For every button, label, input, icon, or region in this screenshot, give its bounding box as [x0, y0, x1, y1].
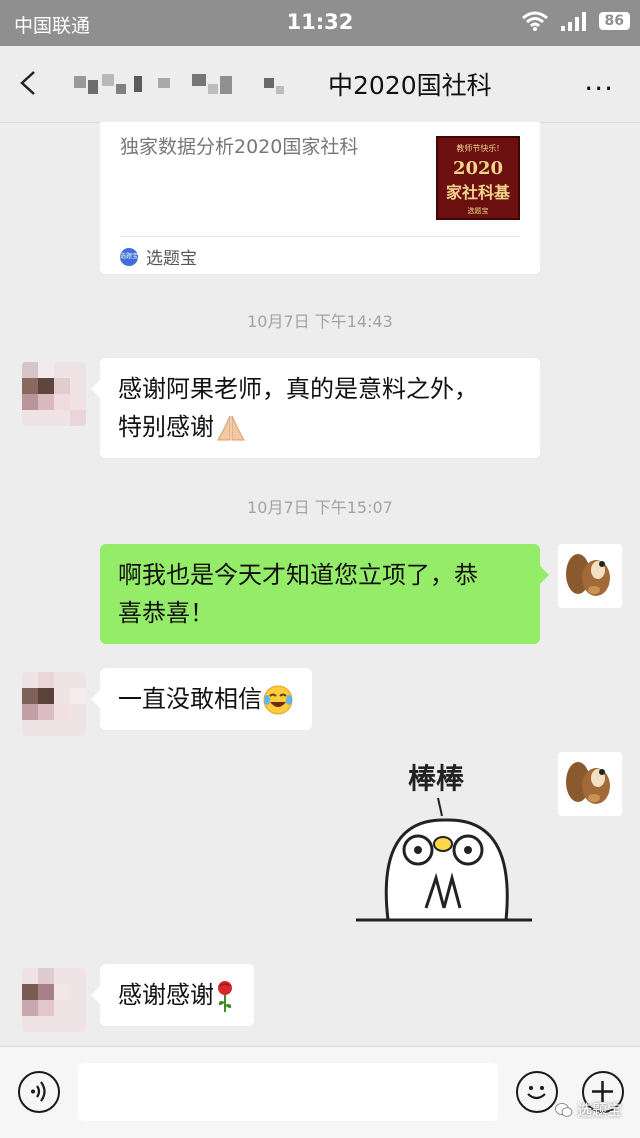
chat-area[interactable]: 独家数据分析2020国家社科 教师节快乐! 2020 家社科基 选题宝 选题宝 … — [0, 122, 640, 1046]
blurred-avatar-image — [22, 968, 86, 1032]
emoji-button[interactable] — [516, 1071, 558, 1113]
thumb-year: 2020 — [452, 158, 504, 179]
my-avatar[interactable] — [558, 544, 622, 608]
source-name: 选题宝 — [146, 249, 197, 269]
message-text: 一直没敢相信 — [118, 685, 262, 713]
thumb-caption: 教师节快乐! — [456, 144, 500, 153]
pray-emoji — [217, 415, 245, 441]
message-text-line: 感谢阿果老师，真的是意料之外， — [118, 375, 478, 403]
sticker-message[interactable]: 棒棒 — [356, 758, 532, 928]
laugh-cry-emoji — [263, 685, 293, 715]
incoming-message[interactable]: 感谢阿果老师，真的是意料之外， 特别感谢 — [91, 358, 540, 458]
blurred-avatar-image — [22, 362, 86, 426]
thumb-headline: 家社科基 — [445, 183, 510, 202]
message-text: 特别感谢 — [118, 413, 214, 441]
bird-sticker-image: 棒棒 — [356, 762, 532, 922]
contact-avatar[interactable] — [22, 968, 86, 1032]
timestamp: 10月7日 下午15:07 — [247, 498, 393, 517]
contact-avatar[interactable] — [22, 672, 86, 736]
card-divider — [120, 236, 520, 237]
wifi-icon — [521, 11, 548, 31]
wechat-logo-icon — [555, 1102, 573, 1117]
voice-button[interactable] — [18, 1071, 60, 1113]
more-options-button[interactable]: ··· — [584, 72, 614, 105]
chat-title: 中2020国社科 — [328, 71, 492, 100]
squirrel-avatar-image — [558, 544, 622, 608]
watermark: 选题宝 — [555, 1099, 622, 1120]
timestamp: 10月7日 下午14:43 — [247, 312, 393, 331]
message-text-line: 啊我也是今天才知道您立项了，恭 — [118, 561, 478, 589]
message-text: 感谢感谢 — [118, 981, 214, 1009]
source-logo-icon: 选题宝 — [120, 247, 138, 266]
message-input[interactable] — [78, 1063, 498, 1121]
shared-article-card[interactable]: 独家数据分析2020国家社科 教师节快乐! 2020 家社科基 选题宝 选题宝 … — [100, 122, 540, 274]
battery-indicator: 86 — [598, 12, 630, 30]
article-title: 独家数据分析2020国家社科 — [120, 136, 359, 158]
message-text-line: 特别感谢 — [118, 408, 522, 446]
message-text-line: 喜恭喜！ — [118, 599, 214, 627]
squirrel-avatar-image — [558, 752, 622, 816]
incoming-message[interactable]: 感谢感谢 — [91, 964, 254, 1026]
status-bar: 中国联通 11:32 86 — [0, 0, 640, 46]
signal-icon — [560, 12, 586, 31]
outgoing-message[interactable]: 啊我也是今天才知道您立项了，恭 喜恭喜！ — [100, 544, 549, 644]
voice-icon — [31, 1081, 46, 1102]
chat-header: 中2020国社科 ··· — [0, 46, 640, 123]
thumb-brand: 选题宝 — [467, 207, 489, 215]
back-icon[interactable] — [16, 70, 42, 96]
article-thumbnail: 教师节快乐! 2020 家社科基 选题宝 — [436, 136, 520, 220]
blurred-contact-name — [74, 74, 284, 94]
watermark-text: 选题宝 — [576, 1101, 622, 1119]
incoming-message[interactable]: 一直没敢相信 — [91, 668, 312, 730]
status-icons: 86 — [521, 10, 630, 32]
article-source: 选题宝 选题宝 — [120, 244, 197, 269]
rose-emoji — [218, 981, 232, 1012]
message-input-bar: 选题宝 — [0, 1046, 640, 1138]
blurred-avatar-image — [22, 672, 86, 736]
my-avatar[interactable] — [558, 752, 622, 816]
contact-avatar[interactable] — [22, 362, 86, 426]
emoji-icon — [527, 1086, 546, 1100]
sticker-text: 棒棒 — [408, 762, 465, 795]
